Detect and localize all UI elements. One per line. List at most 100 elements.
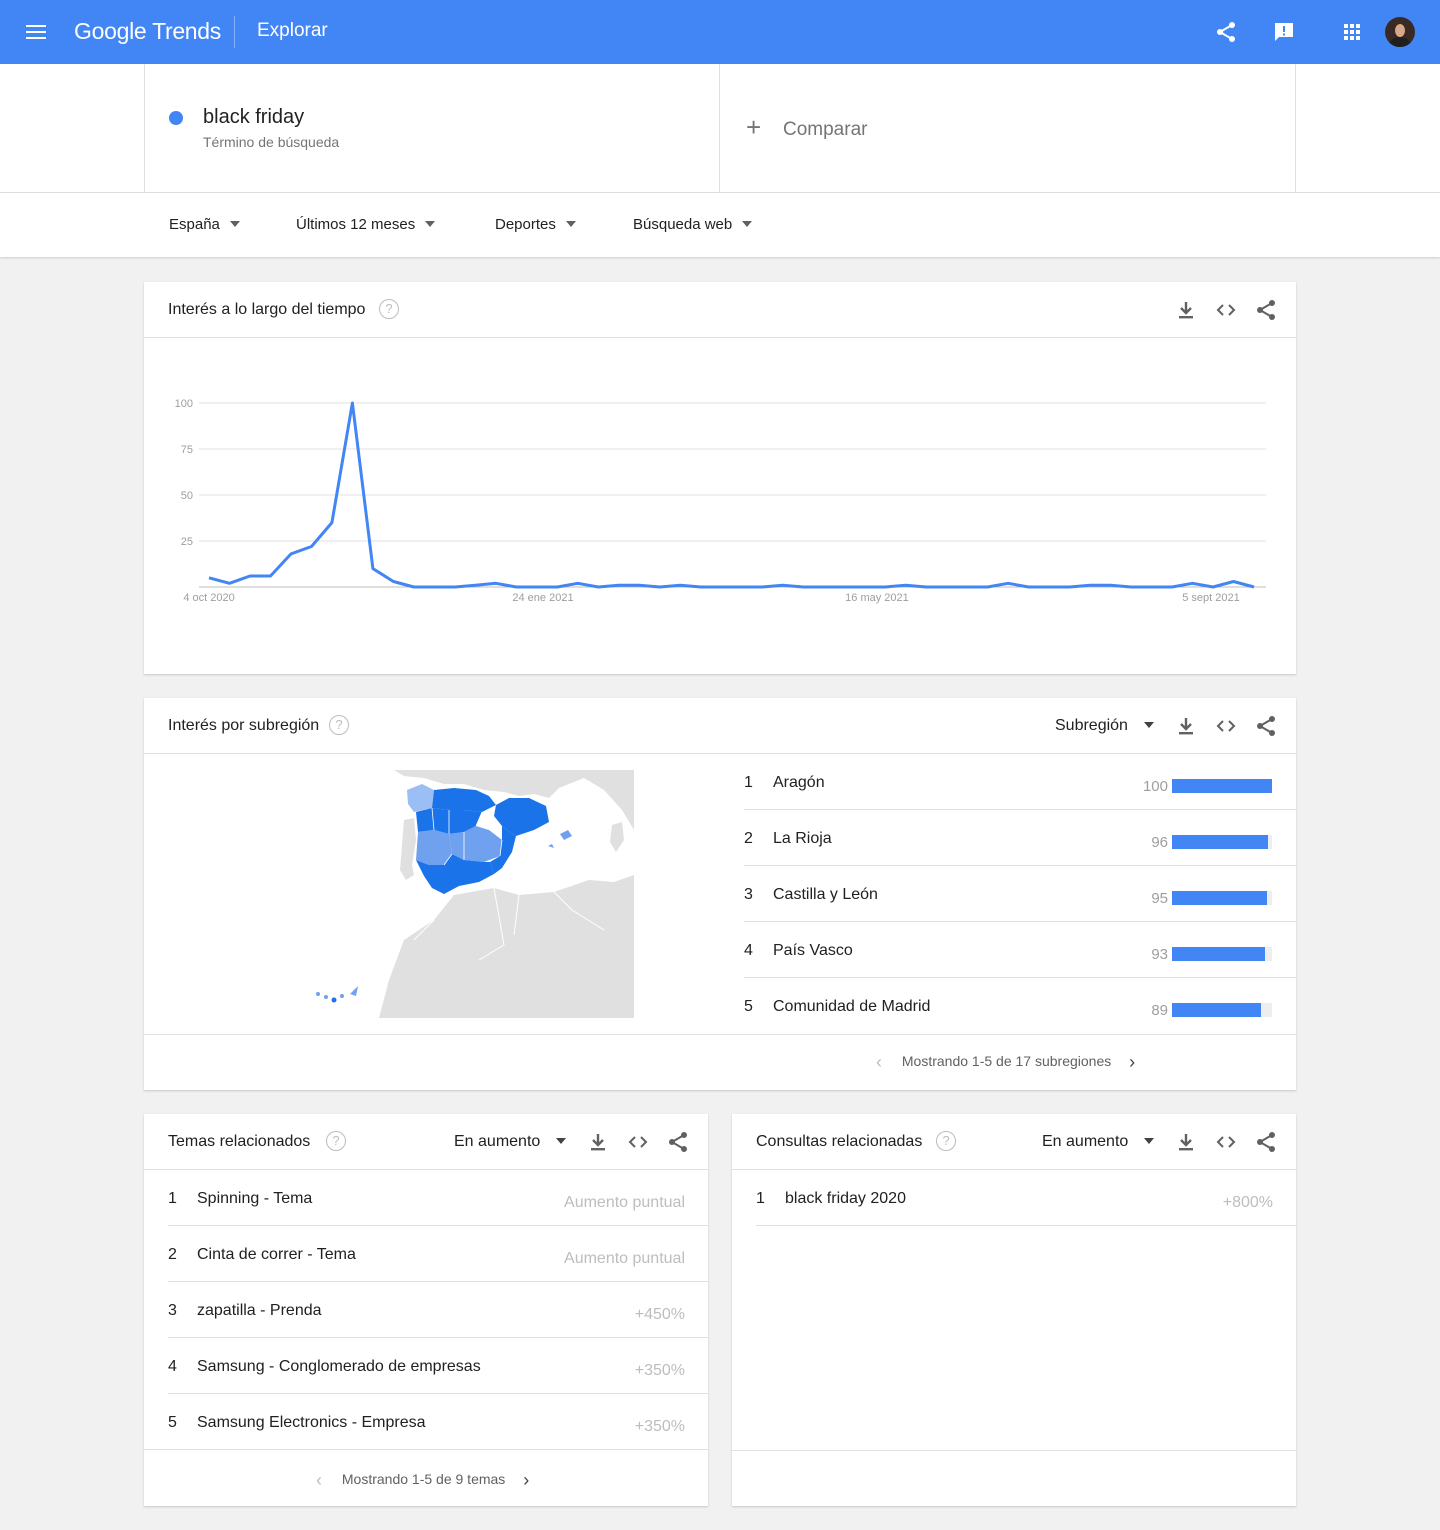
- query-value: +800%: [1222, 1194, 1273, 1211]
- list-item[interactable]: 3 Castilla y León 95: [744, 866, 1296, 922]
- embed-icon[interactable]: [1214, 1130, 1238, 1154]
- related-topics-card: Temas relacionados ? En aumento 1 Spinni…: [144, 1114, 708, 1506]
- card-header: Interés por subregión ? Subregión: [144, 698, 1296, 754]
- rank-number: 3: [744, 886, 753, 903]
- help-icon[interactable]: ?: [329, 715, 349, 735]
- caret-down-icon: [565, 221, 576, 228]
- caret-down-icon: [229, 221, 240, 228]
- list-item[interactable]: 2 La Rioja 96: [744, 810, 1296, 866]
- chevron-right-icon[interactable]: ›: [523, 1470, 529, 1491]
- list-item[interactable]: 2 Cinta de correr - Tema Aumento puntual: [168, 1226, 708, 1282]
- embed-icon[interactable]: [626, 1130, 650, 1154]
- divider: [144, 1034, 1296, 1035]
- caret-down-icon: [1144, 1137, 1155, 1144]
- list-item[interactable]: 1 Spinning - Tema Aumento puntual: [168, 1170, 708, 1226]
- search-term-card[interactable]: black friday Término de búsqueda: [144, 64, 720, 192]
- card-header: Interés a lo largo del tiempo ?: [144, 282, 1296, 338]
- download-icon[interactable]: [586, 1130, 610, 1154]
- value-bar: [1172, 779, 1272, 793]
- related-topics-pager: ‹ Mostrando 1-5 de 9 temas ›: [316, 1470, 529, 1491]
- logo-trends: Trends: [152, 18, 221, 44]
- download-icon[interactable]: [1174, 714, 1198, 738]
- list-item[interactable]: 1 Aragón 100: [744, 754, 1296, 810]
- filter-period[interactable]: Últimos 12 meses: [296, 216, 436, 233]
- related-queries-select[interactable]: En aumento: [1042, 1133, 1155, 1151]
- rank-number: 5: [168, 1414, 177, 1431]
- interest-by-subregion-card: Interés por subregión ? Subregión 1 Arag…: [144, 698, 1296, 1090]
- topic-name: Samsung Electronics - Empresa: [197, 1414, 426, 1431]
- list-item[interactable]: 5 Comunidad de Madrid 89: [744, 978, 1296, 1034]
- app-bar: Google Trends Explorar: [0, 0, 1440, 64]
- plus-icon: +: [746, 112, 762, 142]
- chevron-left-icon[interactable]: ‹: [876, 1052, 882, 1073]
- filter-category[interactable]: Deportes: [495, 216, 576, 233]
- help-icon[interactable]: ?: [326, 1131, 346, 1151]
- value-bar-fill: [1172, 835, 1268, 849]
- subregion-select-label: Subregión: [1055, 717, 1128, 734]
- list-item[interactable]: 4 Samsung - Conglomerado de empresas +35…: [168, 1338, 708, 1394]
- x-tick-label: 24 ene 2021: [512, 592, 573, 604]
- menu-icon[interactable]: [20, 20, 52, 44]
- subregion-pager: ‹ Mostrando 1-5 de 17 subregiones ›: [876, 1052, 1135, 1073]
- compare-label: Comparar: [783, 119, 868, 140]
- related-topics-title: Temas relacionados: [168, 1133, 311, 1150]
- card-header: Temas relacionados ? En aumento: [144, 1114, 708, 1170]
- value-bar-fill: [1172, 947, 1265, 961]
- subregion-title: Interés por subregión: [168, 717, 320, 734]
- region-name: La Rioja: [773, 830, 832, 847]
- filter-region[interactable]: España: [169, 216, 240, 233]
- download-icon[interactable]: [1174, 298, 1198, 322]
- share-icon[interactable]: [666, 1130, 690, 1154]
- related-topics-select[interactable]: En aumento: [454, 1133, 567, 1151]
- share-icon[interactable]: [1254, 298, 1278, 322]
- share-icon[interactable]: [1254, 714, 1278, 738]
- region-name: Castilla y León: [773, 886, 878, 903]
- card-header: Consultas relacionadas ? En aumento: [732, 1114, 1296, 1170]
- y-tick-label: 100: [175, 398, 193, 410]
- rank-number: 2: [744, 830, 753, 847]
- avatar[interactable]: [1385, 17, 1415, 47]
- topic-name: Cinta de correr - Tema: [197, 1246, 356, 1263]
- logo-google: Google: [74, 18, 147, 44]
- divider: [732, 1450, 1296, 1451]
- region-value: 96: [1151, 834, 1168, 851]
- value-bar: [1172, 835, 1272, 849]
- chevron-left-icon[interactable]: ‹: [316, 1470, 322, 1491]
- filter-search-type-label: Búsqueda web: [633, 216, 733, 233]
- header-divider: [234, 16, 235, 48]
- search-term[interactable]: black friday: [203, 106, 304, 129]
- embed-icon[interactable]: [1214, 298, 1238, 322]
- rank-number: 1: [744, 774, 753, 791]
- x-tick-label: 4 oct 2020: [183, 592, 234, 604]
- topic-value: Aumento puntual: [564, 1250, 685, 1267]
- filter-category-label: Deportes: [495, 216, 556, 233]
- chevron-right-icon[interactable]: ›: [1129, 1052, 1135, 1073]
- list-item[interactable]: 5 Samsung Electronics - Empresa +350%: [144, 1394, 708, 1450]
- list-item[interactable]: 4 País Vasco 93: [744, 922, 1296, 978]
- rank-number: 1: [168, 1190, 177, 1207]
- feedback-icon[interactable]: [1272, 20, 1296, 44]
- interest-over-time-title: Interés a lo largo del tiempo: [168, 301, 366, 318]
- download-icon[interactable]: [1174, 1130, 1198, 1154]
- help-icon[interactable]: ?: [379, 299, 399, 319]
- query-name: black friday 2020: [785, 1190, 906, 1207]
- list-item[interactable]: 1 black friday 2020 +800%: [756, 1170, 1296, 1226]
- region-name: Aragón: [773, 774, 825, 791]
- google-trends-logo[interactable]: Google Trends: [74, 18, 221, 45]
- apps-icon[interactable]: [1340, 20, 1364, 44]
- filter-bar: España Últimos 12 meses Deportes Búsqued…: [0, 193, 1440, 257]
- related-topics-select-label: En aumento: [454, 1133, 541, 1150]
- embed-icon[interactable]: [1214, 714, 1238, 738]
- subregion-select[interactable]: Subregión: [1055, 717, 1154, 735]
- region-name: País Vasco: [773, 942, 853, 959]
- interest-over-time-card: Interés a lo largo del tiempo ? 25 50 75 10…: [144, 282, 1296, 674]
- y-tick-label: 50: [181, 490, 193, 502]
- list-item[interactable]: 3 zapatilla - Prenda +450%: [168, 1282, 708, 1338]
- help-icon[interactable]: ?: [936, 1131, 956, 1151]
- compare-button[interactable]: + Comparar: [720, 64, 1296, 192]
- share-icon[interactable]: [1254, 1130, 1278, 1154]
- value-bar-fill: [1172, 1003, 1261, 1017]
- rank-number: 1: [756, 1190, 765, 1207]
- filter-search-type[interactable]: Búsqueda web: [633, 216, 753, 233]
- share-icon[interactable]: [1214, 20, 1238, 44]
